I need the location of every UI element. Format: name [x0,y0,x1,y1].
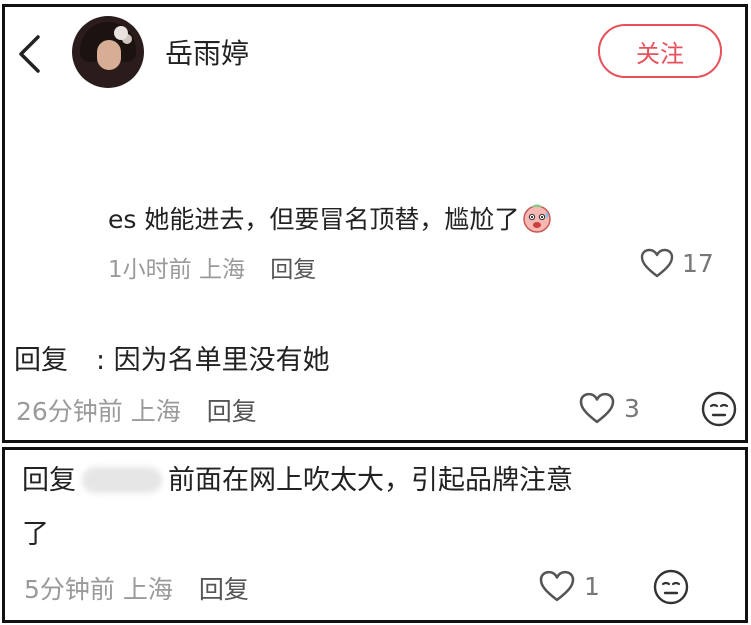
follow-button[interactable]: 关注 [598,24,722,78]
reply1-text: 回复 : 因为名单里没有她 [14,338,330,377]
reply1-prefix: 回复 [14,345,68,376]
comment-body: es 她能进去，但要冒名顶替，尴尬了 [108,205,520,234]
reply1-location: 上海 [130,397,181,426]
comment-location: 上海 [198,257,245,283]
comment-time: 1小时前 [108,257,192,283]
reply2-meta: 5分钟前 上海 回复 [24,570,249,606]
reply2-text-line2: 了 [22,519,49,550]
reply2-location: 上海 [122,575,173,604]
reply1-reply-button[interactable]: 回复 [207,397,257,426]
reply1-body: : 因为名单里没有她 [96,345,330,376]
username[interactable]: 岳雨婷 [165,32,249,72]
reply2-body-line1: 前面在网上吹太大，引起品牌注意 [168,465,573,496]
reply2-like-count: 1 [584,571,600,601]
comment-like-button[interactable]: 17 [640,248,714,278]
neutral-face-icon[interactable] [700,390,738,432]
reply1-like-count: 3 [624,393,640,423]
reply2-like-button[interactable]: 1 [538,570,600,602]
comment-meta: 1小时前 上海 回复 [108,250,316,284]
heart-outline-icon [640,248,674,278]
comment-text: es 她能进去，但要冒名顶替，尴尬了 [108,200,553,240]
reply1-meta: 26分钟前 上海 回复 [16,392,257,428]
reply2-time: 5分钟前 [24,575,115,604]
reply2-reply-button[interactable]: 回复 [199,575,249,604]
comment-like-count: 17 [682,248,714,278]
reply2-prefix: 回复 [22,465,76,496]
neutral-face-icon[interactable] [652,568,690,610]
sweating-face-emoji-icon [521,202,553,240]
back-chevron-icon[interactable] [16,34,42,74]
reply2-text-line1: 回复 前面在网上吹太大，引起品牌注意 [22,458,573,497]
heart-outline-icon [539,570,575,602]
comment-reply-button[interactable]: 回复 [270,257,316,283]
reply1-time: 26分钟前 [16,397,123,426]
heart-outline-icon [579,392,615,424]
avatar[interactable] [72,16,144,88]
blurred-username [82,467,162,493]
reply1-like-button[interactable]: 3 [578,392,640,424]
